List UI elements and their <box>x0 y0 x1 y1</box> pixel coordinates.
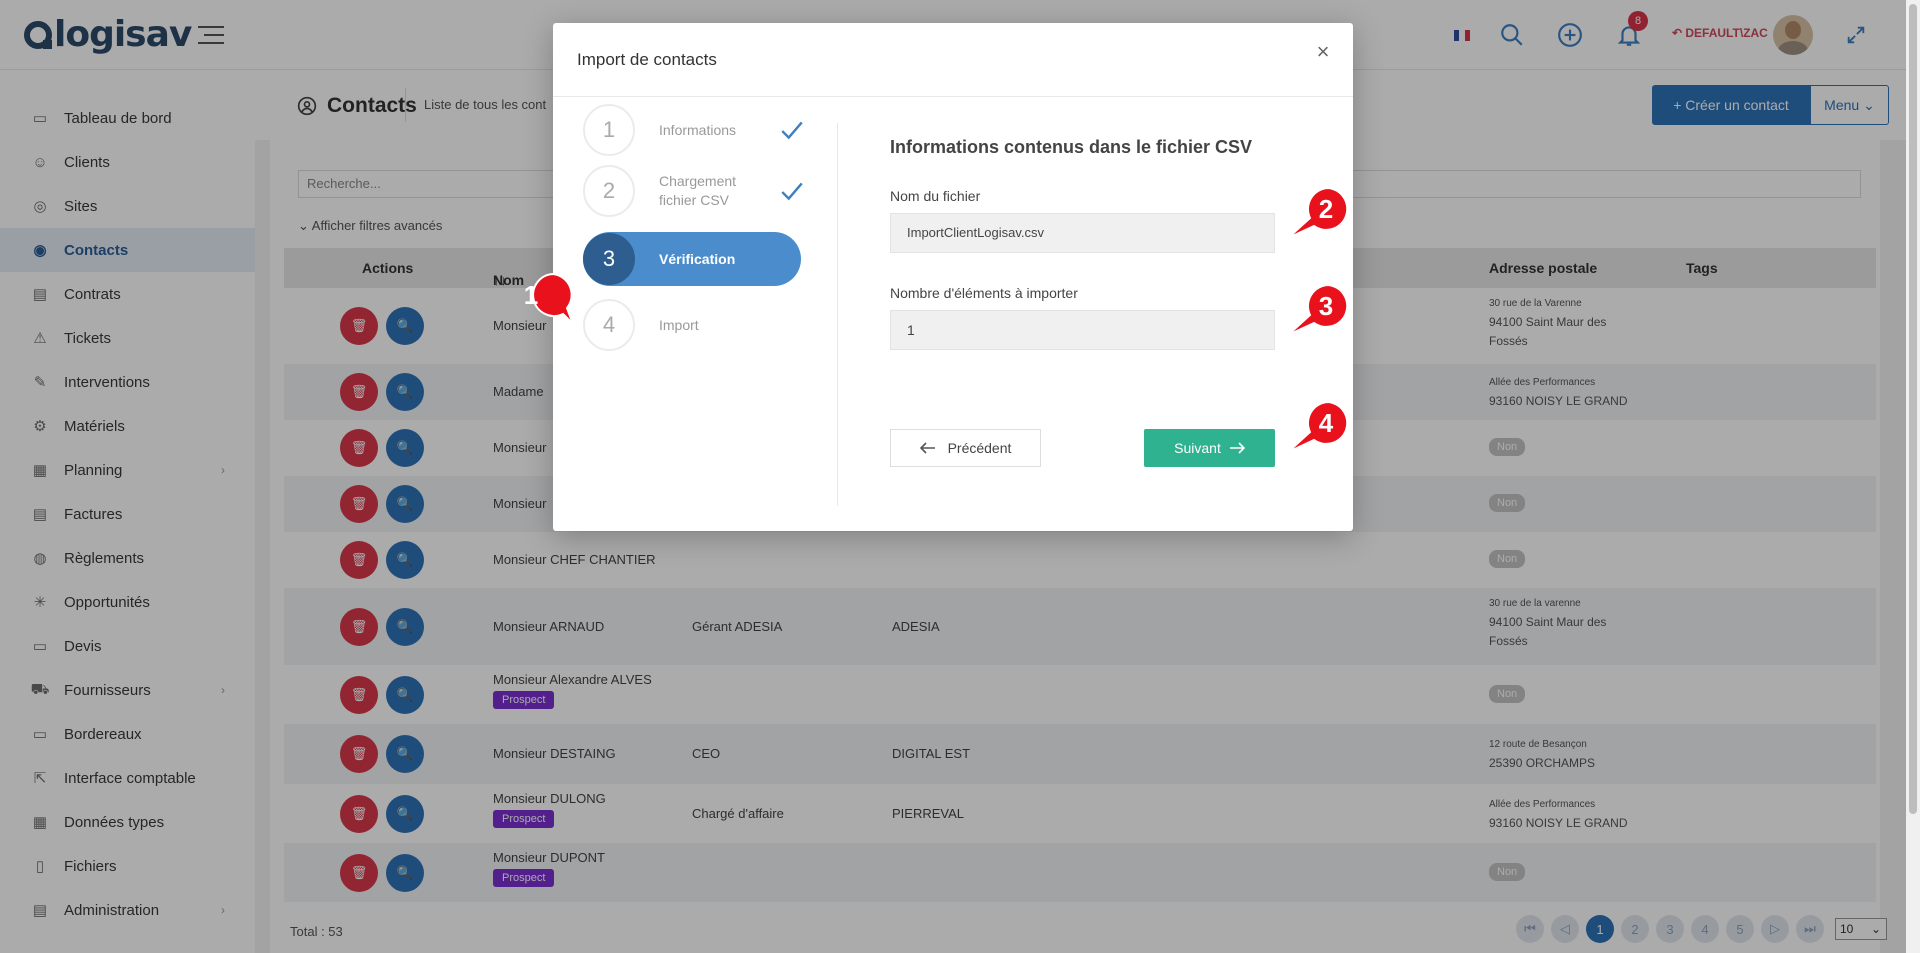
scrollbar[interactable] <box>1906 0 1920 953</box>
next-label: Suivant <box>1174 440 1221 456</box>
arrow-left-icon <box>919 442 935 454</box>
wizard-step-4: 4 Import <box>583 298 803 352</box>
callout-3: 3 <box>1280 283 1350 337</box>
step-label: Informations <box>659 121 737 138</box>
callout-number: 2 <box>1318 194 1334 224</box>
import-modal: Import de contacts × Informations conten… <box>553 23 1353 531</box>
previous-label: Précédent <box>947 440 1012 456</box>
callout-number: 1 <box>523 280 539 310</box>
step-label: Chargement fichier CSV <box>659 173 737 208</box>
count-field[interactable]: 1 <box>890 310 1275 350</box>
step-label: Import <box>659 316 699 333</box>
count-label: Nombre d'éléments à importer <box>890 285 1078 301</box>
close-icon[interactable]: × <box>1310 39 1336 65</box>
wizard-step-2: 2 Chargement fichier CSV <box>583 164 803 218</box>
arrow-right-icon <box>1229 442 1245 454</box>
step-number: 3 <box>583 233 635 285</box>
form-title: Informations contenus dans le fichier CS… <box>890 137 1253 157</box>
wizard-step-1: 1 Informations <box>583 103 803 157</box>
callout-1: 1 <box>505 272 575 326</box>
step-label: Vérification <box>659 250 736 267</box>
callout-4: 4 <box>1280 400 1350 454</box>
modal-header: Import de contacts × <box>553 23 1353 97</box>
previous-button[interactable]: Précédent <box>890 429 1041 467</box>
wizard-step-3: 3 Vérification <box>583 232 801 286</box>
callout-number: 3 <box>1318 291 1334 321</box>
filename-label: Nom du fichier <box>890 188 981 204</box>
check-icon <box>781 121 803 140</box>
step-number: 4 <box>583 299 635 351</box>
callout-number: 4 <box>1318 408 1334 438</box>
step-number: 1 <box>583 104 635 156</box>
callout-2: 2 <box>1280 186 1350 240</box>
step-number: 2 <box>583 165 635 217</box>
steps-divider <box>837 123 838 506</box>
next-button[interactable]: Suivant <box>1144 429 1275 467</box>
modal-title: Import de contacts <box>577 50 717 69</box>
filename-field[interactable]: ImportClientLogisav.csv <box>890 213 1275 253</box>
check-icon <box>781 182 803 201</box>
